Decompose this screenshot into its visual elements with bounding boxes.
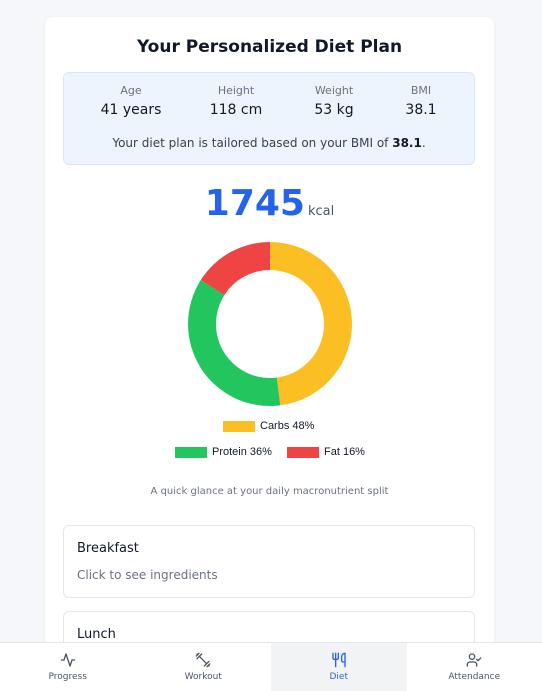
legend-protein: Protein 36% xyxy=(175,445,272,459)
bmi-note-value: 38.1 xyxy=(392,136,422,150)
nav-item-diet[interactable]: Diet xyxy=(271,643,407,691)
stat-label: BMI xyxy=(410,84,432,97)
slice-protein xyxy=(187,280,281,406)
nav-label: Attendance xyxy=(448,672,501,682)
stat-bmi: BMI 38.1 xyxy=(371,84,471,118)
meal-hint: Click to see ingredients xyxy=(77,568,218,582)
dumbbell-icon xyxy=(195,652,211,668)
meal-name: Breakfast xyxy=(77,541,139,556)
diet-plan-card: Your Personalized Diet Plan Age 41 years… xyxy=(45,17,494,691)
legend-swatch xyxy=(175,446,207,458)
nav-label: Workout xyxy=(184,672,222,682)
macro-donut-chart xyxy=(187,242,353,406)
calorie-value: 1745 xyxy=(204,183,305,224)
calorie-unit: kcal xyxy=(307,204,335,219)
meal-card-breakfast[interactable]: Breakfast Click to see ingredients xyxy=(63,525,475,598)
stat-label: Height xyxy=(217,84,255,97)
page-title: Your Personalized Diet Plan xyxy=(136,37,403,57)
slice-carbs xyxy=(270,242,353,406)
stats-panel: Age 41 years Height 118 cm Weight 53 kg … xyxy=(63,72,475,165)
activity-icon xyxy=(60,653,76,667)
stat-weight: Weight 53 kg xyxy=(284,84,384,118)
nav-item-attendance[interactable]: Attendance xyxy=(407,643,542,691)
stat-value: 53 kg xyxy=(314,102,354,118)
legend-swatch xyxy=(223,420,255,432)
stat-value: 41 years xyxy=(100,102,162,118)
legend-fat: Fat 16% xyxy=(287,445,365,459)
nav-item-progress[interactable]: Progress xyxy=(0,643,136,691)
meal-name: Lunch xyxy=(77,627,116,642)
legend-label: Carbs 48% xyxy=(260,420,315,432)
calorie-total: 1745 kcal xyxy=(45,183,494,224)
legend-swatch xyxy=(287,446,319,458)
legend-label: Fat 16% xyxy=(324,446,365,458)
bmi-note-prefix: Your diet plan is tailored based on your… xyxy=(112,136,393,150)
bmi-note-suffix: . xyxy=(421,136,426,150)
user-check-icon xyxy=(466,653,482,667)
stat-label: Weight xyxy=(314,84,354,97)
stat-value: 118 cm xyxy=(209,102,263,118)
stat-height: Height 118 cm xyxy=(186,84,286,118)
nav-label: Progress xyxy=(48,672,87,682)
nav-item-workout[interactable]: Workout xyxy=(136,643,272,691)
stat-value: 38.1 xyxy=(405,102,437,118)
bottom-nav: Progress Workout Diet Attendance xyxy=(0,642,542,691)
chart-caption: A quick glance at your daily macronutrie… xyxy=(150,486,389,497)
nav-label: Diet xyxy=(329,672,349,682)
utensils-icon xyxy=(332,652,346,668)
legend-label: Protein 36% xyxy=(212,446,272,458)
bmi-note: Your diet plan is tailored based on your… xyxy=(64,136,474,150)
legend-carbs: Carbs 48% xyxy=(223,419,314,433)
stat-age: Age 41 years xyxy=(81,84,181,118)
stat-label: Age xyxy=(120,84,142,97)
